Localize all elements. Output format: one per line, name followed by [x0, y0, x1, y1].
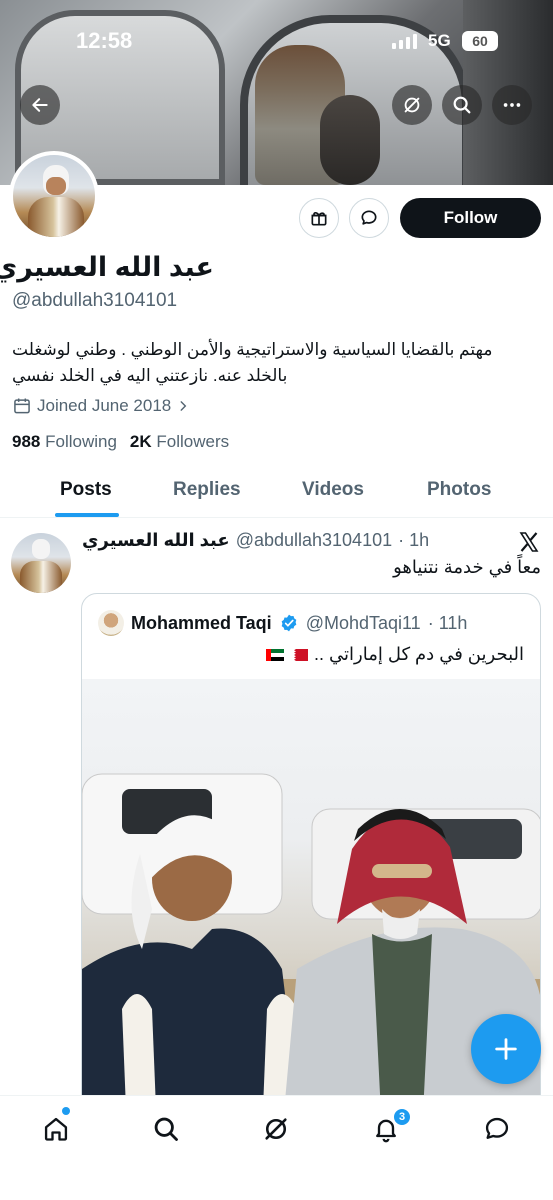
- profile-bio: مهتم بالقضايا السياسية والاستراتيجية وال…: [12, 340, 493, 385]
- uae-flag-icon: [266, 648, 284, 661]
- post-header: عبد الله العسيري @abdullah3104101 · 1h: [82, 530, 429, 551]
- post-author-avatar[interactable]: [11, 533, 71, 593]
- post-author-name[interactable]: عبد الله العسيري: [82, 530, 230, 551]
- quoted-post-time: · 11h: [427, 612, 468, 633]
- nav-grok[interactable]: [256, 1109, 296, 1149]
- more-dots-icon: [503, 103, 521, 107]
- quoted-post-photo[interactable]: [82, 679, 540, 1132]
- home-icon: [44, 1117, 68, 1141]
- grok-button[interactable]: [392, 85, 432, 125]
- grok-icon: [404, 97, 420, 113]
- compose-post-button[interactable]: [471, 1014, 541, 1084]
- quoted-author-name: Mohammed Taqi: [131, 612, 272, 633]
- post-text: معاً في خدمة نتنياهو: [393, 557, 541, 577]
- status-bar: 12:58 5G 60: [0, 28, 553, 56]
- message-icon: [485, 1117, 509, 1139]
- verified-badge-icon: [281, 614, 297, 632]
- following-link[interactable]: 988 Following: [12, 432, 117, 452]
- status-time: 12:58: [76, 28, 133, 53]
- back-arrow-icon: [32, 98, 48, 112]
- battery-level: 60: [472, 33, 488, 49]
- following-count: 988: [12, 432, 41, 451]
- quoted-post-text: البحرين في دم كل إماراتي ..: [314, 644, 524, 664]
- more-button[interactable]: [492, 85, 532, 125]
- tab-posts[interactable]: Posts: [60, 479, 112, 501]
- nav-messages[interactable]: [477, 1109, 517, 1149]
- tab-videos[interactable]: Videos: [302, 479, 364, 501]
- banner-second-person: [320, 95, 380, 185]
- followers-label: Followers: [156, 432, 230, 451]
- network-label: 5G: [428, 31, 451, 50]
- subscribe-gift-button[interactable]: [299, 198, 339, 238]
- tab-replies[interactable]: Replies: [173, 479, 241, 501]
- joined-date[interactable]: Joined June 2018: [12, 396, 190, 416]
- battery-icon: 60: [462, 31, 498, 51]
- active-tab-indicator: [55, 513, 119, 517]
- quoted-author-avatar: [98, 610, 124, 636]
- search-button[interactable]: [442, 85, 482, 125]
- calendar-icon: [14, 398, 30, 414]
- profile-name: عبد الله العسيري: [0, 252, 214, 282]
- follow-counts: 988 Following 2K Followers: [12, 432, 229, 452]
- search-icon: [154, 1117, 178, 1141]
- following-label: Following: [45, 432, 117, 451]
- gift-icon: [311, 212, 327, 226]
- bahrain-flag-icon: [290, 648, 308, 661]
- message-icon: [361, 210, 377, 225]
- tab-photos[interactable]: Photos: [427, 479, 491, 501]
- plus-icon: [495, 1038, 517, 1060]
- back-button[interactable]: [20, 85, 60, 125]
- bottom-navigation: 3: [0, 1095, 553, 1200]
- profile-avatar[interactable]: [9, 151, 99, 241]
- post-time: · 1h: [398, 530, 430, 550]
- photo-scene: [82, 773, 540, 1132]
- quoted-post-header: Mohammed Taqi @MohdTaqi11 · 11h: [98, 610, 467, 636]
- post-author-handle[interactable]: @abdullah3104101: [236, 530, 392, 551]
- quoted-author-handle: @MohdTaqi11: [305, 612, 421, 633]
- chevron-right-icon: [180, 401, 187, 411]
- profile-tabs: Posts Replies Videos Photos: [0, 462, 553, 518]
- quoted-post-text-row: البحرين في دم كل إماراتي ..: [266, 644, 524, 665]
- profile-handle: @abdullah3104101: [12, 290, 178, 311]
- nav-search[interactable]: [146, 1109, 186, 1149]
- followers-count: 2K: [129, 432, 152, 451]
- home-unread-dot: [62, 1107, 70, 1115]
- grok-icon: [265, 1118, 287, 1140]
- search-icon: [453, 96, 471, 114]
- notification-badge: 3: [393, 1108, 411, 1126]
- nav-home[interactable]: [36, 1109, 76, 1149]
- follow-button[interactable]: Follow: [400, 198, 541, 238]
- joined-label: Joined June 2018: [37, 396, 172, 415]
- signal-icon: [392, 34, 417, 49]
- followers-link[interactable]: 2K Followers: [130, 432, 229, 452]
- x-logo-icon: [517, 530, 541, 559]
- message-button[interactable]: [349, 198, 389, 238]
